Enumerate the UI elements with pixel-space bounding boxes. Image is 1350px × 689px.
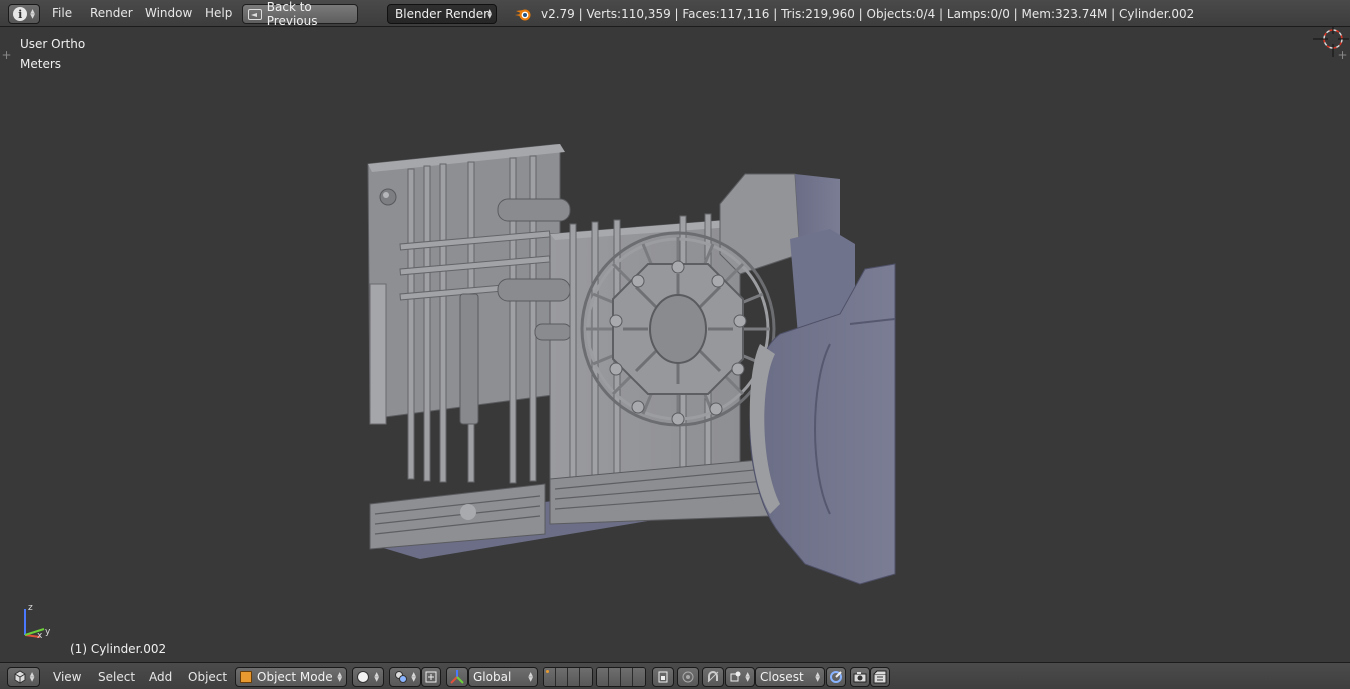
layer-button[interactable] <box>609 668 621 686</box>
snap-align-rotation-icon <box>830 671 842 683</box>
viewport-shading-select[interactable]: ▲ ▼ <box>352 667 384 687</box>
3d-model-cylinder[interactable] <box>360 144 900 604</box>
layer-lock-icon <box>658 671 668 683</box>
interaction-mode-select[interactable]: Object Mode ▲ ▼ <box>235 667 347 687</box>
3d-viewport[interactable]: User Ortho Meters + + z x y (1) Cylinder… <box>0 27 1350 662</box>
chevron-updown-icon: ▲ ▼ <box>374 671 379 683</box>
snap-element-select[interactable]: ▲ ▼ <box>725 667 755 687</box>
solid-shading-icon <box>357 671 369 683</box>
back-to-previous-button[interactable]: Back to Previous <box>242 0 358 28</box>
menu-add[interactable]: Add <box>149 670 172 684</box>
pivot-point-select[interactable]: ▲ ▼ <box>389 667 421 687</box>
layer-buttons-right[interactable] <box>596 667 646 687</box>
proportional-editing-icon <box>682 671 694 683</box>
back-to-previous-label: Back to Previous <box>266 0 318 28</box>
unit-label: Meters <box>20 57 62 71</box>
transform-orientation-icon <box>450 670 464 684</box>
object-mode-cube-icon <box>240 671 252 683</box>
render-animation-icon <box>873 670 887 684</box>
snap-target-label: Closest <box>760 670 804 684</box>
3d-view-icon <box>14 670 26 684</box>
manipulator-icon <box>425 671 437 683</box>
view-name-label: User Ortho <box>20 37 86 51</box>
info-header: i ▲ ▼ File Render Window Help Back to Pre… <box>0 0 1350 28</box>
render-engine-label: Blender Render <box>395 7 489 21</box>
layer-button[interactable] <box>633 668 645 686</box>
snap-target-select[interactable]: Closest ▲ ▼ <box>755 667 825 687</box>
axis-y-label: y <box>45 627 51 637</box>
menu-file[interactable]: File <box>52 6 72 20</box>
menu-render[interactable]: Render <box>90 6 133 20</box>
pivot-point-icon <box>395 671 407 683</box>
layer-button[interactable] <box>580 668 592 686</box>
menu-object[interactable]: Object <box>188 670 227 684</box>
axis-x-label: x <box>37 631 43 641</box>
info-icon: i <box>13 7 28 21</box>
chevron-updown-icon: ▲ ▼ <box>337 671 342 683</box>
back-to-previous-icon <box>248 8 262 20</box>
snap-rotation-button[interactable] <box>826 667 846 687</box>
snap-magnet-icon <box>707 671 719 683</box>
chevron-updown-icon: ▲ ▼ <box>487 8 492 20</box>
axis-z-label: z <box>28 603 33 613</box>
transform-orientation-icon-button[interactable] <box>446 667 468 687</box>
manipulator-toggle[interactable] <box>421 667 441 687</box>
3d-view-header: ▲ ▼ View Select Add Object Object Mode ▲ ▼… <box>0 662 1350 689</box>
lock-camera-layers-button[interactable] <box>652 667 674 687</box>
menu-help[interactable]: Help <box>205 6 232 20</box>
chevron-updown-icon: ▲ ▼ <box>815 671 820 683</box>
toolshelf-toggle-icon[interactable]: + <box>1 49 12 61</box>
axis-gizmo: z x y <box>24 603 51 641</box>
active-object-label: (1) Cylinder.002 <box>70 642 167 656</box>
chevron-updown-icon: ▲ ▼ <box>528 671 533 683</box>
layer-button[interactable] <box>568 668 580 686</box>
scene-statistics: v2.79 | Verts:110,359 | Faces:117,116 | … <box>541 7 1195 21</box>
interaction-mode-label: Object Mode <box>257 670 333 684</box>
opengl-render-animation-button[interactable] <box>870 667 890 687</box>
proportional-editing-button[interactable] <box>677 667 699 687</box>
3d-cursor-icon <box>1313 27 1349 57</box>
chevron-updown-icon: ▲ ▼ <box>411 671 416 683</box>
menu-view[interactable]: View <box>53 670 81 684</box>
layer-button[interactable] <box>621 668 633 686</box>
chevron-updown-icon: ▲ ▼ <box>29 671 35 683</box>
render-engine-select[interactable]: Blender Render ▲ ▼ <box>387 4 497 24</box>
snap-vertex-icon <box>730 671 741 682</box>
blender-logo-icon <box>515 9 531 21</box>
layer-button[interactable] <box>556 668 568 686</box>
layer-buttons-left[interactable] <box>543 667 593 687</box>
transform-orientation-label: Global <box>473 670 512 684</box>
editor-type-button[interactable]: i ▲ ▼ <box>8 4 40 24</box>
layer-button[interactable] <box>597 668 609 686</box>
menu-select[interactable]: Select <box>98 670 135 684</box>
opengl-render-image-button[interactable] <box>850 667 870 687</box>
chevron-updown-icon: ▲ ▼ <box>745 671 750 683</box>
snap-toggle-button[interactable] <box>702 667 724 687</box>
render-camera-icon <box>853 672 867 683</box>
editor-type-button[interactable]: ▲ ▼ <box>7 667 40 687</box>
menu-window[interactable]: Window <box>145 6 192 20</box>
transform-orientation-select[interactable]: Global ▲ ▼ <box>468 667 538 687</box>
chevron-updown-icon: ▲ ▼ <box>30 8 35 20</box>
layer-button[interactable] <box>544 668 556 686</box>
